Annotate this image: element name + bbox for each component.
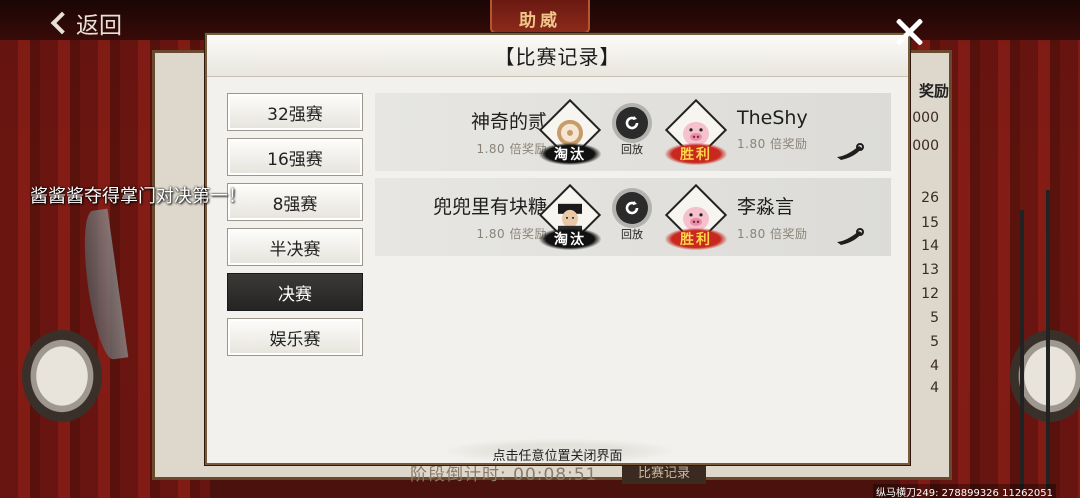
- left-player: 神奇的贰 1.80 倍奖励: [395, 107, 547, 157]
- round-tab-list: 32强赛 16强赛 8强赛 半决赛 决赛 娱乐赛: [227, 93, 365, 363]
- score-value: 26: [921, 190, 939, 206]
- tab-round-16[interactable]: 16强赛: [227, 138, 363, 176]
- right-player-name: TheShy: [737, 107, 808, 129]
- right-player: 李淼言 1.80 倍奖励: [737, 192, 889, 242]
- drum-left-decoration: [22, 330, 102, 422]
- horn-icon[interactable]: [835, 228, 865, 246]
- background-score-column: 奖励 000 000 26 15 14 13 12 5 5 4 4: [905, 80, 955, 420]
- dialog-header: 【比赛记录】: [207, 35, 908, 77]
- score-value: 5: [930, 334, 939, 350]
- right-player-reward: 1.80 倍奖励: [737, 137, 808, 151]
- right-player-name: 李淼言: [737, 196, 795, 218]
- score-column-header: 奖励: [918, 82, 949, 100]
- back-button[interactable]: 返回: [48, 6, 122, 40]
- spear-decoration: [1046, 190, 1050, 490]
- score-value: 13: [921, 262, 939, 278]
- banner-text: 助威: [519, 11, 561, 31]
- score-value: 4: [930, 358, 939, 374]
- win-badge: 胜利: [665, 228, 727, 250]
- close-icon[interactable]: [894, 17, 924, 47]
- replay-button[interactable]: 回放: [607, 192, 657, 248]
- match-record-dialog: 【比赛记录】 32强赛 16强赛 8强赛 半决赛 决赛 娱乐赛 神奇的贰 1.8…: [205, 33, 910, 465]
- tab-round-32[interactable]: 32强赛: [227, 93, 363, 131]
- score-value: 000: [912, 110, 939, 126]
- score-value: 15: [921, 215, 939, 231]
- right-player: TheShy 1.80 倍奖励: [737, 107, 889, 152]
- left-player-reward: 1.80 倍奖励: [476, 142, 547, 156]
- left-player-name: 神奇的贰: [470, 111, 547, 133]
- watermark: 纵马横刀249: 278899326 11262051: [873, 484, 1056, 498]
- replay-button[interactable]: 回放: [607, 107, 657, 163]
- tab-round-8[interactable]: 8强赛: [227, 183, 363, 221]
- tab-semifinal[interactable]: 半决赛: [227, 228, 363, 266]
- lose-badge: 淘汰: [539, 228, 601, 250]
- left-player-reward: 1.80 倍奖励: [476, 227, 547, 241]
- replay-label: 回放: [621, 228, 643, 241]
- marquee-announcement: 酱酱酱夺得掌门对决第一！: [30, 186, 246, 207]
- score-value: 12: [921, 286, 939, 302]
- dialog-title: 【比赛记录】: [494, 45, 621, 69]
- tab-final[interactable]: 决赛: [227, 273, 363, 311]
- back-label: 返回: [76, 13, 122, 39]
- lose-badge: 淘汰: [539, 143, 601, 165]
- top-banner: 助威: [490, 0, 590, 34]
- tab-entertainment[interactable]: 娱乐赛: [227, 318, 363, 356]
- score-value: 000: [912, 138, 939, 154]
- score-value: 5: [930, 310, 939, 326]
- replay-icon: [616, 192, 648, 224]
- score-value: 4: [930, 380, 939, 396]
- win-badge: 胜利: [665, 143, 727, 165]
- match-list: 神奇的贰 1.80 倍奖励 淘汰 回放 胜利 TheShy 1.80 倍奖励 兜…: [375, 93, 891, 263]
- horn-icon[interactable]: [835, 143, 865, 161]
- right-player-avatar: 胜利: [664, 183, 728, 250]
- score-value: 14: [921, 238, 939, 254]
- replay-label: 回放: [621, 143, 643, 156]
- match-row: 兜兜里有块糖 1.80 倍奖励 淘汰 回放 胜利 李淼言 1.80 倍奖励: [375, 178, 891, 256]
- match-row: 神奇的贰 1.80 倍奖励 淘汰 回放 胜利 TheShy 1.80 倍奖励: [375, 93, 891, 171]
- close-hint: 点击任意位置关闭界面: [492, 449, 623, 464]
- left-player-avatar: 淘汰: [538, 98, 602, 165]
- left-player: 兜兜里有块糖 1.80 倍奖励: [395, 192, 547, 242]
- left-player-name: 兜兜里有块糖: [432, 196, 547, 218]
- right-player-avatar: 胜利: [664, 98, 728, 165]
- left-player-avatar: 淘汰: [538, 183, 602, 250]
- right-player-reward: 1.80 倍奖励: [737, 227, 808, 241]
- spear-decoration: [1020, 210, 1024, 490]
- chevron-left-icon: [50, 11, 74, 35]
- replay-icon: [616, 107, 648, 139]
